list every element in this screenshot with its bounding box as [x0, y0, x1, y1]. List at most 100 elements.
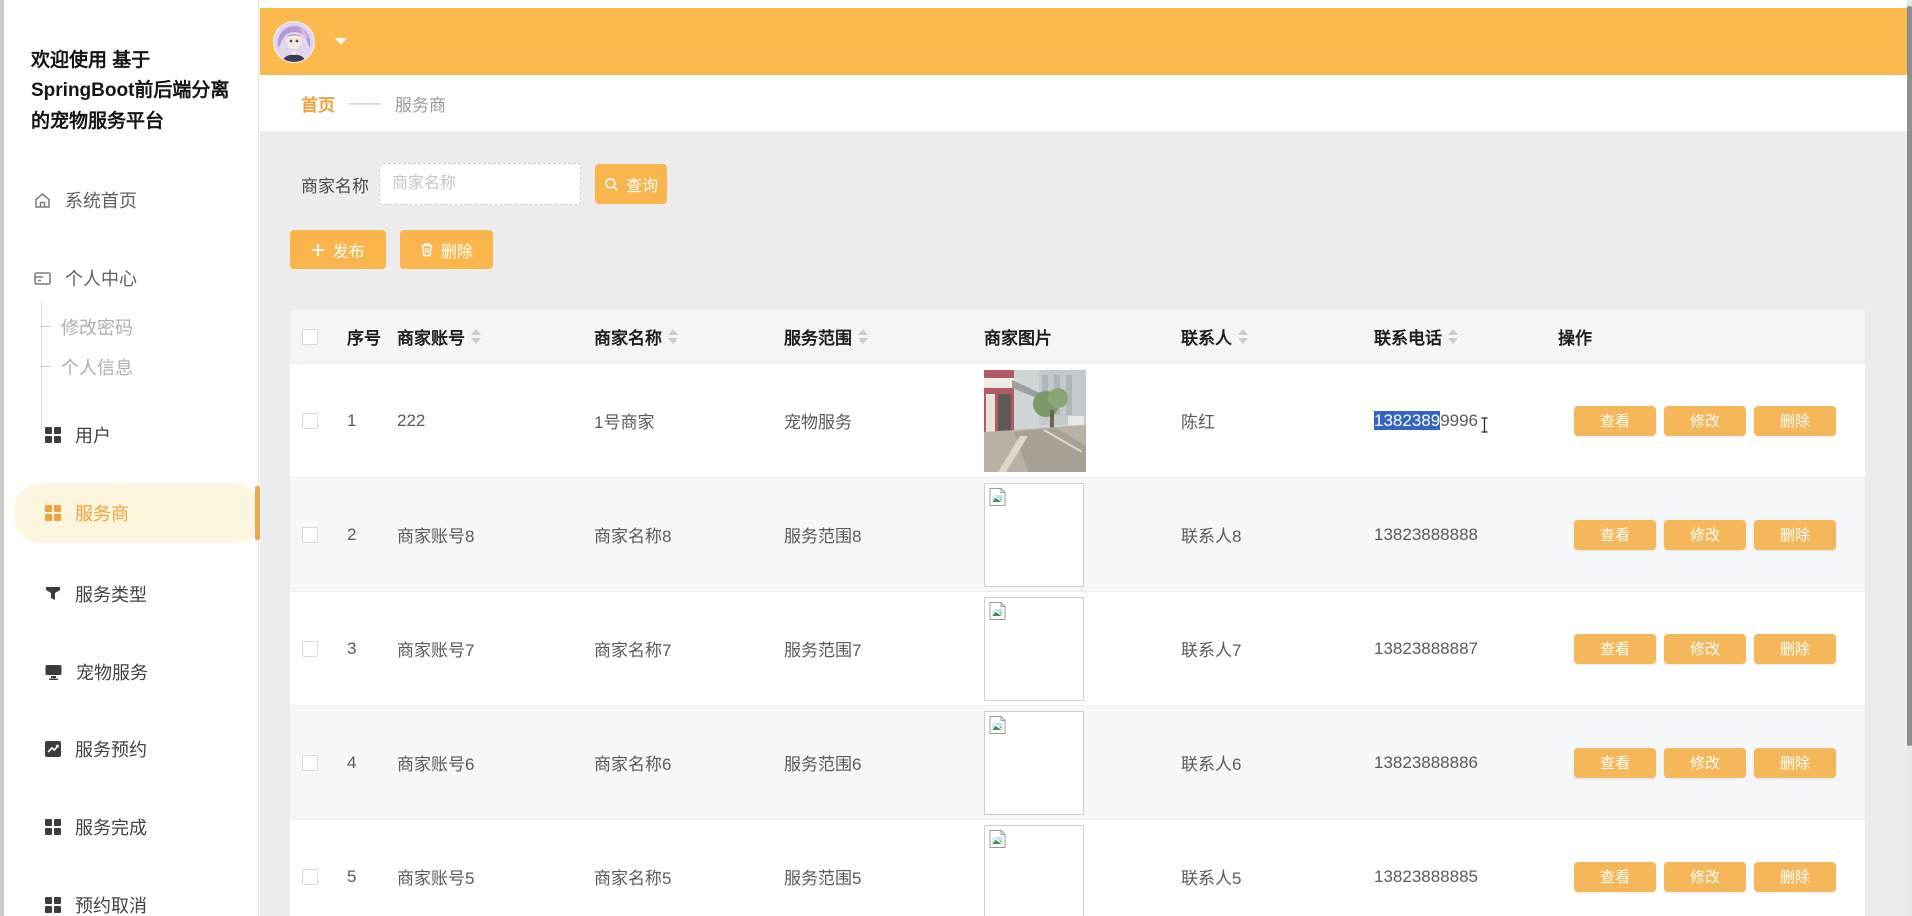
- col-header-contact: 联系人: [1181, 324, 1232, 349]
- row-delete-button[interactable]: 删除: [1754, 862, 1836, 892]
- sort-control[interactable]: [668, 329, 678, 344]
- main-area: 首页 —— 服务商 商家名称 查询 发布: [260, 0, 1907, 916]
- edit-button[interactable]: 修改: [1664, 748, 1746, 778]
- cell-actions: 查看 修改 删除: [1552, 748, 1865, 778]
- content-area: 商家名称 查询 发布: [260, 132, 1907, 916]
- row-checkbox[interactable]: [302, 413, 318, 429]
- query-button-label: 查询: [626, 172, 658, 196]
- view-button[interactable]: 查看: [1574, 406, 1656, 436]
- cell-scope: 服务范围8: [778, 522, 978, 547]
- publish-button-label: 发布: [332, 238, 364, 262]
- delete-button-label: 删除: [441, 238, 473, 262]
- sidebar-item-personal-info[interactable]: 个人信息: [4, 352, 259, 382]
- table-row: 1 222 1号商家 宠物服务: [290, 363, 1865, 477]
- col-header-image: 商家图片: [978, 324, 1175, 349]
- view-button[interactable]: 查看: [1574, 634, 1656, 664]
- cell-no: 3: [341, 639, 391, 659]
- search-label: 商家名称: [301, 172, 369, 197]
- row-delete-button[interactable]: 删除: [1754, 406, 1836, 436]
- sort-control[interactable]: [1238, 329, 1248, 344]
- publish-button[interactable]: 发布: [290, 230, 386, 269]
- row-delete-button[interactable]: 删除: [1754, 634, 1836, 664]
- trend-chart-icon: [44, 740, 62, 758]
- breadcrumb-separator: ——: [349, 93, 379, 113]
- scrollbar-thumb[interactable]: [1907, 6, 1912, 746]
- cell-account: 商家账号8: [391, 522, 588, 547]
- phone-selected-text: 1382389: [1374, 411, 1440, 430]
- grid-icon: [44, 896, 62, 914]
- col-header-account: 商家账号: [397, 324, 465, 349]
- cell-phone: 13823888887: [1368, 639, 1552, 659]
- col-header-scope: 服务范围: [784, 324, 852, 349]
- row-checkbox[interactable]: [302, 641, 318, 657]
- cell-name: 商家名称5: [588, 864, 778, 889]
- topbar: [260, 8, 1907, 75]
- col-header-actions: 操作: [1552, 324, 1865, 349]
- sort-control[interactable]: [471, 329, 481, 344]
- app-title: 欢迎使用 基于SpringBoot前后端分离的宠物服务平台: [31, 46, 231, 137]
- cell-phone: 13823899996: [1368, 410, 1552, 431]
- row-checkbox[interactable]: [302, 755, 318, 771]
- cell-account: 商家账号5: [391, 864, 588, 889]
- cell-name: 商家名称8: [588, 522, 778, 547]
- sidebar-item-label: 服务完成: [75, 814, 147, 840]
- breadcrumb-home[interactable]: 首页: [301, 91, 335, 116]
- sidebar-item-change-password[interactable]: 修改密码: [4, 312, 259, 342]
- sidebar-item-service-complete[interactable]: 服务完成: [4, 812, 259, 842]
- select-all-checkbox[interactable]: [302, 329, 318, 345]
- cell-actions: 查看 修改 删除: [1552, 862, 1865, 892]
- search-icon: [604, 177, 619, 192]
- sidebar-item-label: 用户: [75, 422, 111, 448]
- row-checkbox[interactable]: [302, 527, 318, 543]
- sidebar-item-label: 预约取消: [75, 892, 147, 916]
- merchant-name-input[interactable]: [379, 163, 581, 205]
- breadcrumb-current: 服务商: [395, 91, 446, 116]
- sidebar-item-service-type[interactable]: 服务类型: [4, 579, 259, 609]
- user-avatar[interactable]: [273, 21, 315, 63]
- sidebar-item-users[interactable]: 用户: [4, 420, 259, 450]
- breadcrumb: 首页 —— 服务商: [260, 75, 1907, 132]
- cell-contact: 陈红: [1175, 408, 1368, 433]
- sort-control[interactable]: [1448, 329, 1458, 344]
- edit-button[interactable]: 修改: [1664, 862, 1746, 892]
- grid-icon: [44, 818, 62, 836]
- col-header-name: 商家名称: [594, 324, 662, 349]
- broken-image-placeholder: [984, 597, 1084, 701]
- edit-button[interactable]: 修改: [1664, 634, 1746, 664]
- sidebar-item-pet-service[interactable]: 宠物服务: [4, 657, 259, 687]
- view-button[interactable]: 查看: [1574, 520, 1656, 550]
- sort-control[interactable]: [858, 329, 868, 344]
- sidebar-item-service-provider[interactable]: 服务商: [4, 498, 259, 528]
- sidebar-item-label: 个人信息: [61, 354, 133, 380]
- view-button[interactable]: 查看: [1574, 862, 1656, 892]
- sidebar-item-service-booking[interactable]: 服务预约: [4, 734, 259, 764]
- home-icon: [33, 191, 52, 210]
- table-row: 5 商家账号5 商家名称5 服务范围5 联系人5 13823888885 查看 …: [290, 819, 1865, 916]
- row-delete-button[interactable]: 删除: [1754, 748, 1836, 778]
- sidebar-item-label: 服务预约: [75, 736, 147, 762]
- vertical-scrollbar[interactable]: [1907, 0, 1912, 916]
- row-checkbox[interactable]: [302, 869, 318, 885]
- cell-contact: 联系人6: [1175, 750, 1368, 775]
- avatar-dropdown-caret-icon[interactable]: [335, 38, 347, 45]
- top-gap: [260, 0, 1907, 8]
- monitor-icon: [44, 663, 63, 681]
- edit-button[interactable]: 修改: [1664, 406, 1746, 436]
- sidebar-item-personal-center[interactable]: 个人中心: [4, 263, 259, 293]
- grid-icon: [44, 426, 62, 444]
- cell-phone: 13823888885: [1368, 867, 1552, 887]
- plus-icon: [311, 243, 325, 257]
- row-delete-button[interactable]: 删除: [1754, 520, 1836, 550]
- cell-phone: 13823888888: [1368, 525, 1552, 545]
- delete-button[interactable]: 删除: [400, 230, 493, 269]
- table-header-row: 序号 商家账号 商家名称 服务范围 商家图片 联系人 联系电话 操作: [290, 310, 1865, 363]
- col-header-no: 序号: [341, 324, 391, 349]
- cell-scope: 宠物服务: [778, 408, 978, 433]
- sidebar-item-booking-cancel[interactable]: 预约取消: [4, 890, 259, 916]
- edit-button[interactable]: 修改: [1664, 520, 1746, 550]
- cell-actions: 查看 修改 删除: [1552, 406, 1865, 436]
- cell-scope: 服务范围5: [778, 864, 978, 889]
- sidebar-item-system-home[interactable]: 系统首页: [4, 185, 259, 215]
- view-button[interactable]: 查看: [1574, 748, 1656, 778]
- query-button[interactable]: 查询: [595, 164, 667, 204]
